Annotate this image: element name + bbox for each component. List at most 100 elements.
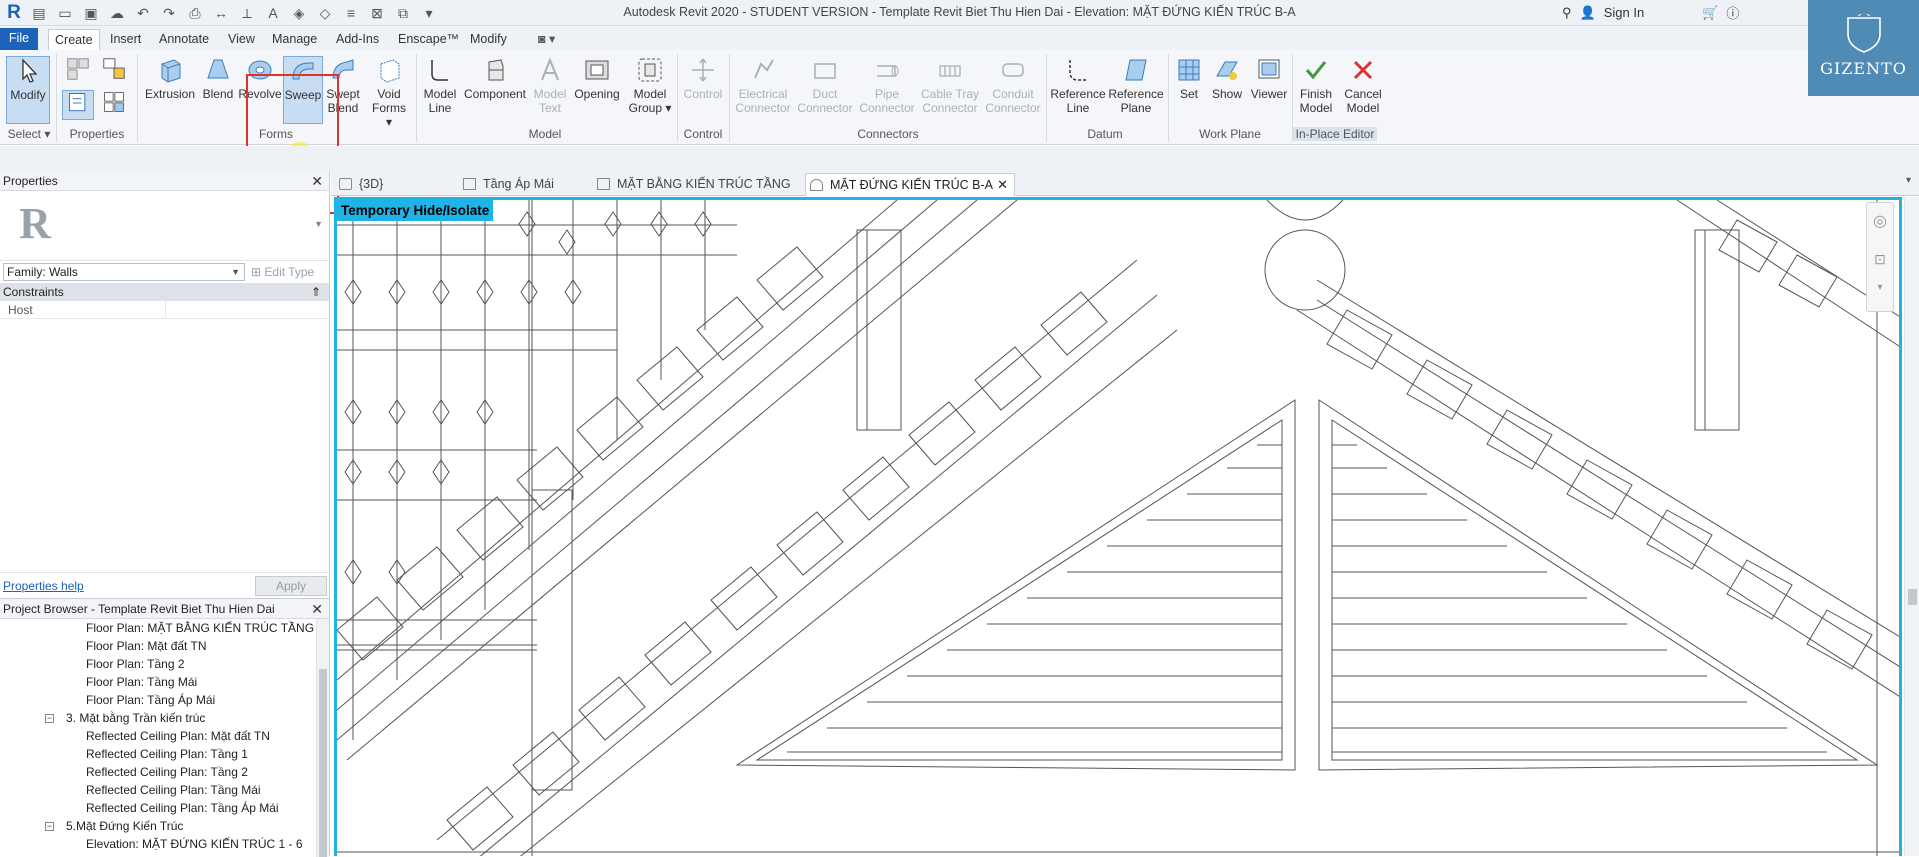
tab-file[interactable]: File bbox=[0, 28, 38, 50]
help-icon[interactable]: ⓘ bbox=[1726, 3, 1739, 22]
properties-help-link[interactable]: Properties help bbox=[3, 579, 84, 593]
cart-icon[interactable]: 🛒 bbox=[1702, 5, 1718, 21]
tree-item[interactable]: Reflected Ceiling Plan: Tầng 2 bbox=[86, 765, 248, 779]
tab-mat-bang[interactable]: MẶT BẰNG KIẾN TRÚC TẦNG 1 bbox=[593, 173, 801, 213]
model-group-button[interactable]: Model Group ▾ bbox=[626, 56, 674, 115]
family-category-button[interactable] bbox=[98, 56, 130, 86]
text-icon[interactable]: A bbox=[264, 4, 282, 22]
close-icon[interactable]: ✕ bbox=[311, 599, 323, 619]
tab-mat-dung[interactable]: MẶT ĐỨNG KIẾN TRÚC B-A ✕ bbox=[805, 173, 1015, 196]
ribbon-options-icon[interactable]: ◙ ▾ bbox=[532, 29, 561, 50]
component-button[interactable]: Component bbox=[462, 56, 528, 101]
measure-icon[interactable]: ↔ bbox=[212, 4, 230, 22]
navigation-bar[interactable]: ◎ ⊡ ▾ bbox=[1866, 202, 1894, 312]
steering-wheel-icon[interactable]: ◎ bbox=[1867, 211, 1893, 231]
browser-scrollbar[interactable] bbox=[316, 619, 329, 857]
modify-button[interactable]: Modify bbox=[6, 56, 50, 124]
collapse-icon[interactable]: − bbox=[45, 714, 54, 723]
close-hidden-icon[interactable]: ⊠ bbox=[368, 4, 386, 22]
apply-button[interactable]: Apply bbox=[255, 575, 327, 596]
temporary-hide-isolate-banner[interactable]: Temporary Hide/Isolate bbox=[337, 200, 494, 221]
switch-windows-icon[interactable]: ⧉ bbox=[394, 4, 412, 22]
cable-tray-connector-button[interactable]: Cable Tray Connector bbox=[918, 56, 982, 115]
undo-icon[interactable]: ↶ bbox=[134, 4, 152, 22]
opening-button[interactable]: Opening bbox=[572, 56, 622, 101]
tab-3d[interactable]: {3D} bbox=[335, 173, 455, 196]
tab-list-icon[interactable]: ▾ bbox=[1906, 175, 1911, 186]
folder-icon[interactable]: ▭ bbox=[56, 4, 74, 22]
scroll-thumb[interactable] bbox=[1908, 589, 1917, 605]
close-tab-icon[interactable]: ✕ bbox=[997, 174, 1008, 196]
model-text-button[interactable]: Model Text bbox=[530, 56, 570, 115]
tree-item[interactable]: Floor Plan: MẶT BẰNG KIẾN TRÚC TẦNG 1 bbox=[86, 621, 324, 635]
tab-manage[interactable]: Manage bbox=[266, 29, 323, 50]
cloud-icon[interactable]: ☁ bbox=[108, 4, 126, 22]
reference-line-button[interactable]: Reference Line bbox=[1050, 56, 1106, 115]
thin-lines-icon[interactable]: ≡ bbox=[342, 4, 360, 22]
canvas-scrollbar[interactable] bbox=[1904, 197, 1919, 856]
tree-item[interactable]: Floor Plan: Tầng Áp Mái bbox=[86, 693, 215, 707]
tab-create[interactable]: Create bbox=[48, 29, 100, 50]
conduit-connector-button[interactable]: Conduit Connector bbox=[982, 56, 1044, 115]
finish-model-button[interactable]: Finish Model bbox=[1294, 56, 1338, 115]
select-panel-label[interactable]: Select ▾ bbox=[4, 127, 54, 141]
tab-enscape[interactable]: Enscape™ bbox=[392, 29, 465, 50]
edit-type-button[interactable]: ⊞ Edit Type bbox=[251, 265, 314, 279]
tab-view[interactable]: View bbox=[222, 29, 261, 50]
open-icon[interactable]: ▤ bbox=[30, 4, 48, 22]
tree-item[interactable]: Floor Plan: Tầng 2 bbox=[86, 657, 185, 671]
print-icon[interactable]: ⎙ bbox=[186, 4, 204, 22]
tree-item[interactable]: Reflected Ceiling Plan: Tầng Mái bbox=[86, 783, 261, 797]
tab-addins[interactable]: Add-Ins bbox=[330, 29, 385, 50]
sign-in-label[interactable]: Sign In bbox=[1604, 5, 1644, 20]
scroll-thumb[interactable] bbox=[319, 669, 327, 857]
tree-item[interactable]: Reflected Ceiling Plan: Tầng 1 bbox=[86, 747, 248, 761]
family-dropdown[interactable]: Family: Walls ▼ bbox=[3, 263, 245, 281]
close-icon[interactable]: ✕ bbox=[311, 171, 323, 191]
blend-button[interactable]: Blend bbox=[199, 56, 237, 101]
tree-group[interactable]: 3. Mặt bằng Trần kiến trúc bbox=[66, 711, 205, 725]
save-icon[interactable]: ▣ bbox=[82, 4, 100, 22]
drawing-canvas[interactable]: Temporary Hide/Isolate bbox=[334, 197, 1902, 856]
tree-item[interactable]: Reflected Ceiling Plan: Tầng Áp Mái bbox=[86, 801, 279, 815]
reference-plane-button[interactable]: Reference Plane bbox=[1108, 56, 1164, 115]
3d-icon[interactable]: ◈ bbox=[290, 4, 308, 22]
pipe-connector-button[interactable]: Pipe Connector bbox=[856, 56, 918, 115]
zoom-icon[interactable]: ⊡ bbox=[1867, 251, 1893, 268]
collapse-icon[interactable]: − bbox=[45, 822, 54, 831]
set-work-plane-button[interactable]: Set bbox=[1172, 56, 1206, 101]
family-types-button[interactable] bbox=[62, 56, 94, 86]
extrusion-button[interactable]: Extrusion bbox=[143, 56, 197, 101]
cancel-model-button[interactable]: Cancel Model bbox=[1340, 56, 1386, 115]
tab-annotate[interactable]: Annotate bbox=[153, 29, 215, 50]
chevron-down-icon[interactable]: ▼ bbox=[314, 219, 323, 229]
tree-item[interactable]: Floor Plan: Mặt đất TN bbox=[86, 639, 207, 653]
collapse-icon[interactable]: ⇑ bbox=[311, 283, 321, 301]
tree-item[interactable]: Elevation: MẶT ĐỨNG KIẾN TRÚC 1 - 6 bbox=[86, 837, 303, 851]
electrical-connector-button[interactable]: Electrical Connector bbox=[732, 56, 794, 115]
customize-icon[interactable]: ▾ bbox=[420, 4, 438, 22]
user-icon[interactable]: 👤 bbox=[1580, 5, 1596, 21]
chevron-down-icon[interactable]: ▾ bbox=[1867, 282, 1893, 293]
redo-icon[interactable]: ↷ bbox=[160, 4, 178, 22]
constraints-group[interactable]: Constraints ⇑ bbox=[0, 283, 329, 301]
duct-connector-button[interactable]: Duct Connector bbox=[794, 56, 856, 115]
tree-item[interactable]: Reflected Ceiling Plan: Mặt đất TN bbox=[86, 729, 270, 743]
tree-item[interactable]: Floor Plan: Tầng Mái bbox=[86, 675, 197, 689]
tab-tang-ap-mai[interactable]: Tầng Áp Mái bbox=[459, 173, 589, 196]
revit-logo[interactable]: R bbox=[3, 2, 25, 24]
properties-toggle-button[interactable] bbox=[62, 90, 94, 120]
dimension-icon[interactable]: ⟂ bbox=[238, 4, 256, 22]
type-selector[interactable]: R ▼ bbox=[0, 191, 329, 261]
section-icon[interactable]: ◇ bbox=[316, 4, 334, 22]
binoculars-icon[interactable]: ⚲ bbox=[1562, 5, 1572, 21]
control-button[interactable]: Control bbox=[682, 56, 724, 101]
viewer-button[interactable]: Viewer bbox=[1248, 56, 1290, 101]
type-properties-button[interactable] bbox=[98, 90, 130, 120]
tab-insert[interactable]: Insert bbox=[104, 29, 147, 50]
tab-modify[interactable]: Modify bbox=[464, 29, 513, 50]
tree-group[interactable]: 5.Mặt Đứng Kiến Trúc bbox=[66, 819, 183, 833]
show-work-plane-button[interactable]: Show bbox=[1208, 56, 1246, 101]
void-forms-button[interactable]: Void Forms ▾ bbox=[368, 56, 410, 129]
model-line-button[interactable]: Model Line bbox=[420, 56, 460, 115]
